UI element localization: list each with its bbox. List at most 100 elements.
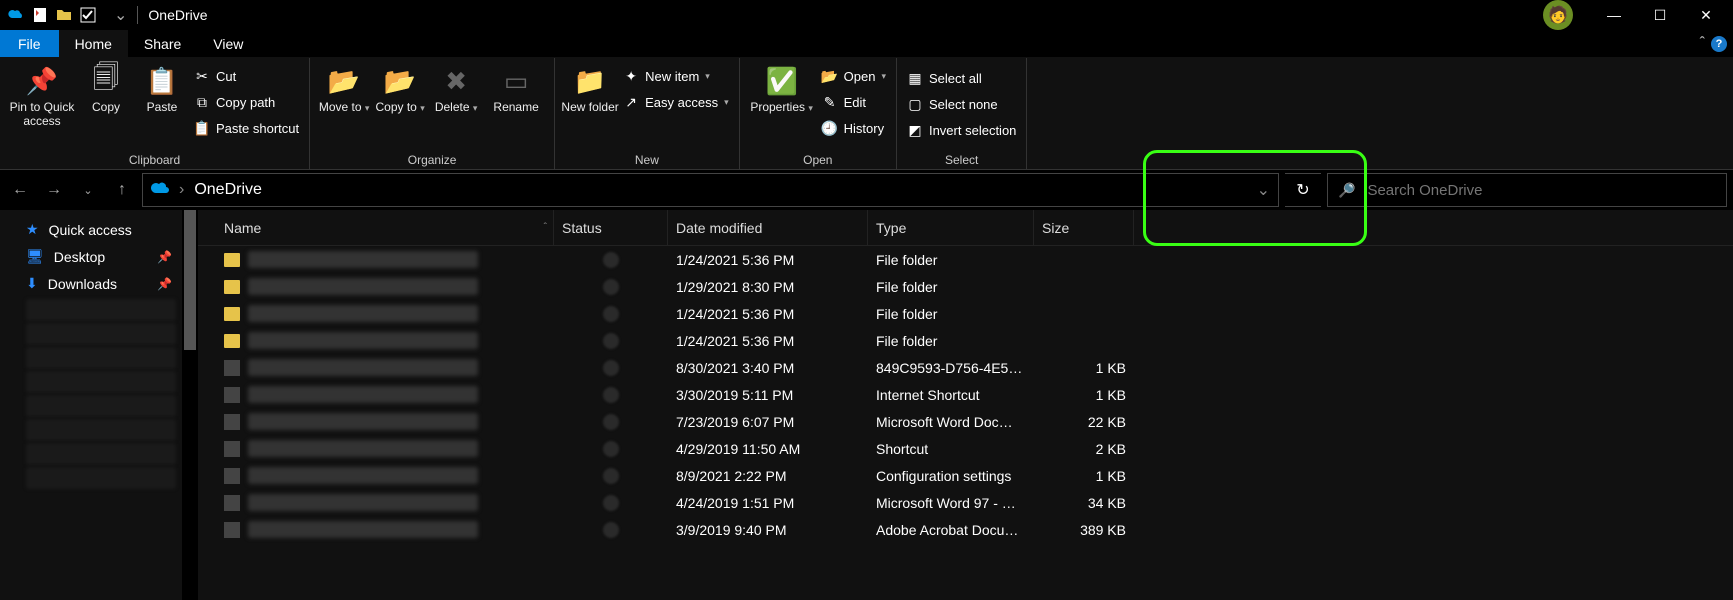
new-item-button[interactable]: ✦New item ▾	[623, 64, 729, 88]
minimize-button[interactable]: ―	[1591, 0, 1637, 30]
collapse-ribbon-icon[interactable]: ˆ	[1700, 35, 1705, 53]
file-name-blurred	[248, 332, 478, 349]
cell-type: File folder	[868, 279, 1034, 295]
recent-dropdown[interactable]: ⌄	[74, 176, 102, 204]
file-icon	[224, 360, 240, 376]
back-button[interactable]: ←	[6, 176, 34, 204]
up-button[interactable]: ↑	[108, 176, 136, 204]
paste-button[interactable]: 📋Paste	[134, 62, 190, 151]
table-row[interactable]: 8/30/2021 3:40 PM849C9593-D756-4E5…1 KB	[198, 354, 1733, 381]
ribbon: 📌Pin to Quick access 🗐Copy 📋Paste ✂Cut ⧉…	[0, 58, 1733, 170]
properties-button[interactable]: ✅Properties ▾	[746, 62, 818, 151]
tab-share[interactable]: Share	[128, 30, 197, 57]
close-button[interactable]: ✕	[1683, 0, 1729, 30]
select-all-button[interactable]: ▦Select all	[907, 66, 1016, 90]
select-none-icon: ▢	[907, 96, 923, 112]
sidebar-item-quick-access[interactable]: ★Quick access	[0, 216, 182, 243]
maximize-button[interactable]: ☐	[1637, 0, 1683, 30]
tab-home[interactable]: Home	[59, 30, 128, 57]
select-none-button[interactable]: ▢Select none	[907, 92, 1016, 116]
group-label-open: Open	[746, 151, 890, 169]
cell-date: 3/9/2019 9:40 PM	[668, 522, 868, 538]
breadcrumb[interactable]: OneDrive	[194, 181, 262, 199]
sidebar-item-desktop[interactable]: 🖥Desktop📌	[0, 243, 182, 270]
copy-button[interactable]: 🗐Copy	[78, 62, 134, 151]
new-folder-button[interactable]: 📁New folder	[561, 62, 619, 151]
address-dropdown-icon[interactable]: ⌄	[1257, 180, 1270, 200]
cell-size: 34 KB	[1034, 495, 1134, 511]
sidebar-item-blurred[interactable]	[26, 299, 176, 321]
sidebar-item-blurred[interactable]	[26, 419, 176, 441]
sidebar-item-blurred[interactable]	[26, 467, 176, 489]
search-input[interactable]	[1365, 181, 1716, 200]
paste-icon: 📋	[145, 64, 179, 98]
table-row[interactable]: 1/29/2021 8:30 PMFile folder	[198, 273, 1733, 300]
cell-type: Shortcut	[868, 441, 1034, 457]
refresh-button[interactable]: ↻	[1285, 173, 1321, 207]
cell-type: Configuration settings	[868, 468, 1034, 484]
pin-quick-access-button[interactable]: 📌Pin to Quick access	[6, 62, 78, 151]
table-row[interactable]: 8/9/2021 2:22 PMConfiguration settings1 …	[198, 462, 1733, 489]
sidebar-item-blurred[interactable]	[26, 371, 176, 393]
forward-button[interactable]: →	[40, 176, 68, 204]
table-row[interactable]: 1/24/2021 5:36 PMFile folder	[198, 300, 1733, 327]
status-icon	[603, 468, 619, 484]
table-row[interactable]: 7/23/2019 6:07 PMMicrosoft Word Doc…22 K…	[198, 408, 1733, 435]
downloads-icon: ⬇	[26, 275, 38, 292]
table-row[interactable]: 4/24/2019 1:51 PMMicrosoft Word 97 - …34…	[198, 489, 1733, 516]
table-row[interactable]: 4/29/2019 11:50 AMShortcut2 KB	[198, 435, 1733, 462]
file-name-blurred	[248, 386, 478, 403]
table-row[interactable]: 3/9/2019 9:40 PMAdobe Acrobat Docu…389 K…	[198, 516, 1733, 543]
new-item-icon: ✦	[623, 68, 639, 84]
sidebar-item-blurred[interactable]	[26, 395, 176, 417]
edit-button[interactable]: ✎Edit	[822, 90, 886, 114]
column-size[interactable]: Size	[1034, 210, 1134, 245]
copy-to-button[interactable]: 📂Copy to ▾	[372, 62, 428, 151]
sidebar-scrollbar[interactable]	[182, 210, 198, 600]
table-row[interactable]: 1/24/2021 5:36 PMFile folder	[198, 246, 1733, 273]
rename-button[interactable]: ▭Rename	[484, 62, 548, 151]
table-row[interactable]: 3/30/2019 5:11 PMInternet Shortcut1 KB	[198, 381, 1733, 408]
easy-access-button[interactable]: ↗Easy access ▾	[623, 90, 729, 114]
file-name-blurred	[248, 278, 478, 295]
sort-arrow-icon: ˆ	[544, 222, 547, 233]
invert-selection-button[interactable]: ◩Invert selection	[907, 118, 1016, 142]
folder-icon[interactable]	[56, 7, 72, 23]
file-name-blurred	[248, 413, 478, 430]
copy-path-button[interactable]: ⧉Copy path	[194, 90, 299, 114]
copy-icon: 🗐	[89, 64, 123, 98]
column-date[interactable]: Date modified	[668, 210, 868, 245]
column-status[interactable]: Status	[554, 210, 668, 245]
checkbox-icon[interactable]	[80, 7, 96, 23]
tab-view[interactable]: View	[197, 30, 259, 57]
table-row[interactable]: 1/24/2021 5:36 PMFile folder	[198, 327, 1733, 354]
move-to-button[interactable]: 📂Move to ▾	[316, 62, 372, 151]
tab-file[interactable]: File	[0, 30, 59, 57]
cell-date: 1/24/2021 5:36 PM	[668, 306, 868, 322]
help-icon[interactable]: ?	[1711, 36, 1727, 52]
history-button[interactable]: 🕘History	[822, 116, 886, 140]
cell-type: 849C9593-D756-4E5…	[868, 360, 1034, 376]
delete-button[interactable]: ✖Delete ▾	[428, 62, 484, 151]
sidebar-item-blurred[interactable]	[26, 347, 176, 369]
status-icon	[603, 252, 619, 268]
sidebar-item-blurred[interactable]	[26, 323, 176, 345]
column-name[interactable]: Nameˆ	[198, 210, 554, 245]
properties-icon[interactable]	[32, 7, 48, 23]
column-type[interactable]: Type	[868, 210, 1034, 245]
user-avatar[interactable]: 🧑	[1543, 0, 1573, 30]
copy-path-icon: ⧉	[194, 94, 210, 110]
address-bar[interactable]: › OneDrive ⌄	[142, 173, 1279, 207]
qat-dropdown-icon[interactable]: ⌄	[114, 5, 127, 25]
file-name-blurred	[248, 305, 478, 322]
open-button[interactable]: 📂Open ▾	[822, 64, 886, 88]
search-box[interactable]: 🔍	[1327, 173, 1727, 207]
file-name-blurred	[248, 494, 478, 511]
sidebar-item-blurred[interactable]	[26, 443, 176, 465]
pin-icon: 📌	[157, 250, 172, 264]
paste-shortcut-button[interactable]: 📋Paste shortcut	[194, 116, 299, 140]
sidebar-item-downloads[interactable]: ⬇Downloads📌	[0, 270, 182, 297]
cut-button[interactable]: ✂Cut	[194, 64, 299, 88]
cell-size: 2 KB	[1034, 441, 1134, 457]
cell-date: 8/30/2021 3:40 PM	[668, 360, 868, 376]
